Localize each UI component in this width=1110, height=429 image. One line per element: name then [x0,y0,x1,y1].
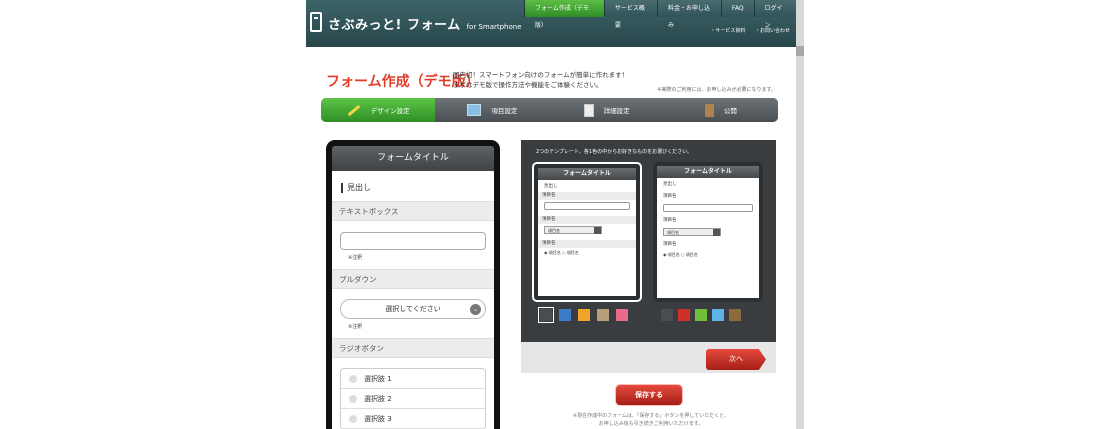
color-swatch[interactable] [661,309,673,321]
preview-form-title: フォームタイトル [332,146,494,171]
card-heading: 見出し [663,182,677,187]
card-heading: 見出し [544,184,558,189]
card-radio-row: ◉ 項目名 ○ 項目名 [544,250,579,255]
preview-note-2: ※注釈 [348,324,363,330]
nav-tab-form-demo[interactable]: フォーム作成（デモ版） [524,0,604,29]
template-chooser: 2つのテンプレート、各1色の中からお好きなものをお選びください。 フォームタイト… [521,140,776,342]
step-design[interactable]: デザイン設定 [321,98,436,122]
card-select: 項目名 [663,228,721,236]
pencil-icon [347,104,360,116]
intro-line-2: まずはデモ版で操作方法や機能をご体験ください。 [453,81,603,89]
card-field-label: 項目名 [663,242,677,247]
chevron-down-icon: ⌄ [470,304,481,315]
brand-logo[interactable]: さぶみっと! フォーム for Smartphone [328,14,522,33]
intro-text: 国内初！スマートフォン向けのフォームが簡単に作れます！ まずはデモ版で操作方法や… [453,70,628,90]
radio-icon [349,414,357,423]
card-field-label: 項目名 [663,194,677,199]
phone-screen: フォームタイトル 見出し テキストボックス ※注釈 プルダウン 選択してください… [332,146,494,429]
preview-pulldown-section: プルダウン [332,269,494,289]
brand-suffix: for Smartphone [466,23,522,31]
radio-icon [349,394,357,403]
step-items[interactable]: 項目設定 [435,98,550,122]
step-details-label: 詳細設定 [603,107,630,115]
color-swatch[interactable] [712,309,724,321]
card-title: フォームタイトル [657,166,759,178]
card-select: 項目名 [544,226,602,234]
card-field-label: 項目名 [538,216,636,224]
nav-tab-faq[interactable]: FAQ [720,0,754,17]
color-swatch[interactable] [597,309,609,321]
subnav-contact[interactable]: ・お問い合わせ [755,28,790,34]
color-swatch[interactable] [678,309,690,321]
preview-radio-option-2[interactable]: 選択肢 2 [341,389,485,409]
radio-label: 選択肢 2 [364,394,392,403]
color-swatch[interactable] [729,309,741,321]
color-swatch[interactable] [578,309,590,321]
brand-name: さぶみっと! フォーム [328,18,461,33]
preview-radio-option-1[interactable]: 選択肢 1 [341,369,485,389]
card-field-label: 項目名 [538,240,636,248]
scrollbar-thumb[interactable] [796,46,804,56]
scrollbar[interactable] [796,0,804,429]
preview-select-value: 選択してください [385,305,441,313]
next-bar: 次へ [521,342,776,373]
card-field-label: 項目名 [663,218,677,223]
save-note-line-2: お申し込み後も引き続きご利用いただけます。 [598,421,704,427]
step-publish[interactable]: 公開 [663,98,778,122]
color-swatches-1 [538,307,635,323]
card-radio-a: 項目名 [548,250,561,255]
preview-textbox-section: テキストボックス [332,201,494,221]
card-text-field [544,202,630,210]
card-field-label: 項目名 [538,192,636,200]
step-details[interactable]: 詳細設定 [549,98,664,122]
save-note-line-1: ※現在作成中のフォームは、「保存する」ボタンを押していただくと、 [572,413,730,419]
nav-tab-service[interactable]: サービス概要 [603,0,658,29]
radio-label: 選択肢 1 [364,374,392,383]
preview-heading: 見出し [341,183,494,193]
step-items-label: 項目設定 [491,107,518,115]
template-card-1[interactable]: フォームタイトル 見出し 項目名 項目名 項目名 項目名 ◉ 項目名 ○ 項目名 [532,162,642,302]
site-header: さぶみっと! フォーム for Smartphone フォーム作成（デモ版） サー… [306,0,796,47]
card-title: フォームタイトル [538,168,636,180]
save-button[interactable]: 保存する [616,385,682,405]
nav-tab-login[interactable]: ログイン [753,0,796,29]
preview-text-input[interactable] [340,232,486,250]
next-button[interactable]: 次へ [706,349,766,370]
color-swatch[interactable] [616,309,628,321]
template-card-2[interactable]: フォームタイトル 見出し 項目名 項目名 項目名 項目名 ◉ 項目名 ○ 項目名 [653,162,763,302]
radio-icon [349,374,357,383]
smartphone-logo-icon [310,12,322,32]
card-radio-a: 項目名 [667,252,680,257]
clipboard-icon [583,103,594,117]
window-icon [467,104,482,116]
notice-text: ※実際のご利用には、お申し込みが必要になります。 [657,87,776,93]
sub-nav: ・サービス資料 ・お問い合わせ [702,27,790,34]
preview-radio-list: 選択肢 1 選択肢 2 選択肢 3 [340,368,486,429]
door-icon [704,103,714,117]
card-radio-b: 項目名 [685,252,698,257]
color-swatches-2 [661,309,746,321]
intro-line-1: 国内初！スマートフォン向けのフォームが簡単に作れます！ [453,71,629,79]
preview-note-1: ※注釈 [348,255,363,261]
card-text-field [663,204,753,212]
card-radio-b: 項目名 [566,250,579,255]
step-publish-label: 公開 [723,107,737,115]
phone-preview: フォームタイトル 見出し テキストボックス ※注釈 プルダウン 選択してください… [326,140,500,429]
subnav-service-docs[interactable]: ・サービス資料 [710,28,745,34]
card-radio-row: ◉ 項目名 ○ 項目名 [663,252,698,257]
step-progress: デザイン設定 項目設定 詳細設定 公開 [321,98,778,122]
color-swatch[interactable] [695,309,707,321]
preview-radio-section: ラジオボタン [332,338,494,358]
step-design-label: デザイン設定 [370,107,410,115]
radio-label: 選択肢 3 [364,414,392,423]
nav-tab-pricing[interactable]: 料金・お申し込み [657,0,721,29]
page: さぶみっと! フォーム for Smartphone フォーム作成（デモ版） サー… [306,0,796,429]
main-nav: フォーム作成（デモ版） サービス概要 料金・お申し込み FAQ ログイン [524,0,796,29]
color-swatch[interactable] [538,307,554,323]
preview-radio-option-3[interactable]: 選択肢 3 [341,409,485,429]
color-swatch[interactable] [559,309,571,321]
template-instruction: 2つのテンプレート、各1色の中からお好きなものをお選びください。 [536,149,693,155]
preview-select[interactable]: 選択してください ⌄ [340,299,486,319]
save-note: ※現在作成中のフォームは、「保存する」ボタンを押していただくと、 お申し込み後も… [546,412,756,428]
